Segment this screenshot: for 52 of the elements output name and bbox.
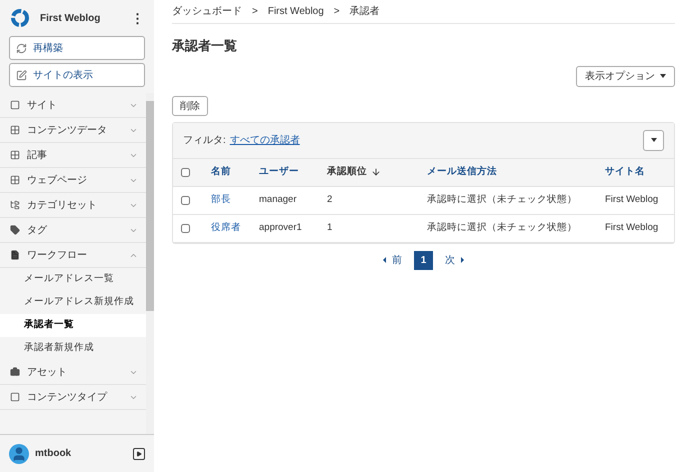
- avatar: [9, 444, 29, 464]
- table-cell-text: approver1: [259, 220, 302, 235]
- row-checkbox[interactable]: [181, 224, 190, 232]
- play-icon: [136, 450, 142, 456]
- nav-subitem[interactable]: 承認者一覧: [0, 314, 146, 337]
- breadcrumb-separator: >: [334, 5, 340, 19]
- sort-down-icon: [371, 167, 381, 177]
- tag-icon: [10, 225, 20, 235]
- document-icon: [10, 250, 20, 260]
- grid-icon: [10, 175, 20, 185]
- user-name: mtbook: [35, 447, 72, 461]
- prev-link[interactable]: 前: [383, 252, 402, 268]
- menu-button[interactable]: ⋮: [131, 12, 144, 24]
- display-options-button[interactable]: 表示オプション: [576, 66, 675, 86]
- logo-icon: [10, 8, 30, 28]
- nav-subitem[interactable]: メールアドレス新規作成: [0, 291, 146, 314]
- nav-subitem[interactable]: 承認者新規作成: [0, 337, 146, 360]
- filter-link[interactable]: すべての承認者: [230, 132, 300, 148]
- site-name: First Weblog: [40, 12, 102, 26]
- table-cell-text: 承認時に選択（未チェック状態）: [427, 192, 577, 207]
- page-title: 承認者一覧: [172, 37, 238, 55]
- delete-button[interactable]: 削除: [172, 96, 208, 116]
- rebuild-button[interactable]: 再構築: [9, 36, 145, 60]
- table-cell-text: First Weblog: [605, 192, 658, 207]
- breadcrumb-link[interactable]: 承認者: [350, 4, 380, 19]
- play-button[interactable]: [133, 448, 145, 460]
- breadcrumb-separator: >: [252, 5, 258, 19]
- name-link[interactable]: 部長: [211, 192, 231, 208]
- briefcase-icon: [10, 367, 20, 377]
- table-cell-text: 2: [327, 192, 332, 207]
- filter-dropdown-button[interactable]: [643, 130, 664, 150]
- page-button[interactable]: 1: [414, 250, 433, 270]
- refresh-icon: [16, 42, 27, 54]
- name-link[interactable]: 役席者: [211, 220, 241, 236]
- row-checkbox[interactable]: [181, 196, 190, 204]
- grid-icon: [10, 150, 20, 160]
- filter-label: フィルタ:: [183, 134, 226, 148]
- table-cell-text: manager: [259, 192, 296, 207]
- breadcrumb-link[interactable]: First Weblog: [268, 4, 324, 19]
- table-cell-text: 1: [327, 220, 332, 235]
- next-link[interactable]: 次: [445, 252, 464, 268]
- table-cell-text: First Weblog: [605, 220, 658, 235]
- breadcrumb-link[interactable]: ダッシュボード: [172, 4, 242, 19]
- edit-icon: [16, 70, 27, 80]
- select-all-checkbox[interactable]: [181, 168, 190, 176]
- tree-icon: [10, 200, 20, 210]
- view-site-button[interactable]: サイトの表示: [9, 63, 145, 87]
- table-cell-text: 承認時に選択（未チェック状態）: [427, 220, 577, 235]
- nav-subitem[interactable]: メールアドレス一覧: [0, 268, 146, 291]
- window-icon: [10, 100, 20, 110]
- grid-icon: [10, 125, 20, 135]
- document-icon: [10, 392, 20, 402]
